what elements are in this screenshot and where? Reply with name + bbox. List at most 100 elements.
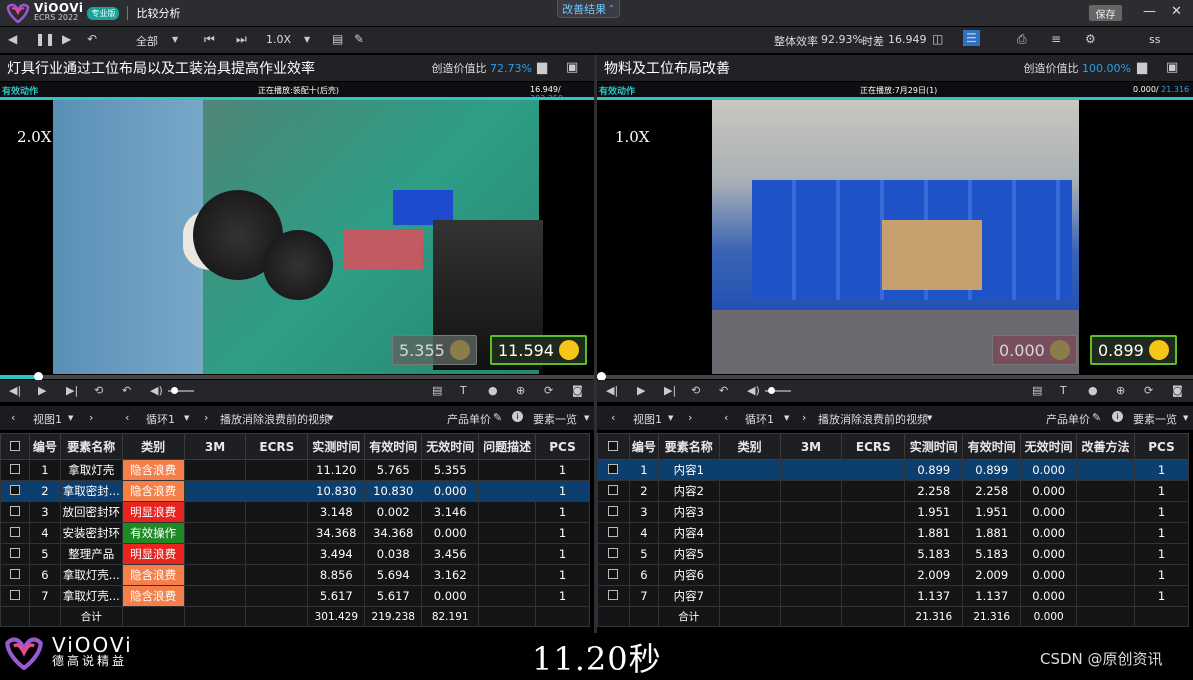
table-row[interactable]: 4 内容4 1.881 1.881 0.000 1: [597, 522, 1190, 544]
right-seek-bar[interactable]: [597, 372, 1193, 381]
row-checkbox[interactable]: [0, 543, 30, 565]
cell-desc[interactable]: [1076, 585, 1135, 607]
cell-invalid[interactable]: 0.000: [1020, 501, 1078, 523]
comment-icon[interactable]: ▤: [332, 32, 343, 46]
column-header[interactable]: 3M: [183, 433, 247, 460]
speed-select[interactable]: 1.0X: [266, 33, 291, 46]
column-header[interactable]: 编号: [628, 433, 659, 460]
cell-no[interactable]: 6: [628, 564, 659, 586]
row-checkbox[interactable]: [597, 564, 630, 586]
cell-desc[interactable]: [478, 585, 536, 607]
cell-name[interactable]: 内容1: [657, 459, 720, 481]
left-unit-price[interactable]: 产品单价: [447, 411, 491, 427]
chevron-right-icon[interactable]: ›: [688, 411, 692, 424]
column-header[interactable]: 改善方法: [1076, 433, 1135, 460]
cell-cat[interactable]: 有效操作: [121, 522, 185, 544]
table-row[interactable]: 3 放回密封环 明显浪费 3.148 0.002 3.146 1: [0, 501, 590, 523]
row-checkbox[interactable]: [597, 480, 630, 502]
column-header[interactable]: ECRS: [245, 433, 309, 460]
cell-measured[interactable]: 1.881: [904, 522, 964, 544]
cell-ecrs[interactable]: [841, 501, 906, 523]
cell-valid[interactable]: 1.881: [962, 522, 1022, 544]
row-checkbox[interactable]: [0, 501, 30, 523]
chevron-left-icon[interactable]: ‹: [11, 411, 15, 424]
cell-desc[interactable]: [1076, 522, 1135, 544]
minimize-icon[interactable]: —: [1143, 4, 1156, 19]
cell-cat[interactable]: 隐含浪费: [121, 564, 185, 586]
cell-no[interactable]: 7: [628, 585, 659, 607]
left-elements-list[interactable]: 要素一览: [533, 411, 577, 427]
export-icon[interactable]: ▤: [1032, 384, 1042, 397]
cell-m3[interactable]: [183, 564, 247, 586]
cell-measured[interactable]: 1.137: [904, 585, 964, 607]
camera-icon[interactable]: ◙: [572, 384, 583, 397]
cell-measured[interactable]: 2.258: [904, 480, 964, 502]
cell-ecrs[interactable]: [841, 564, 906, 586]
cell-invalid[interactable]: 0.000: [1020, 459, 1078, 481]
chevron-down-icon[interactable]: ▼: [328, 414, 333, 422]
cell-no[interactable]: 3: [628, 501, 659, 523]
cell-ecrs[interactable]: [245, 522, 309, 544]
cell-desc[interactable]: [478, 543, 536, 565]
cell-cat[interactable]: [718, 585, 781, 607]
cell-name[interactable]: 内容6: [657, 564, 720, 586]
cell-pcs[interactable]: 1: [1133, 522, 1190, 544]
cell-pcs[interactable]: 1: [1133, 480, 1190, 502]
chevron-down-icon[interactable]: ▼: [927, 414, 932, 422]
chevron-left-icon[interactable]: ‹: [125, 411, 129, 424]
camera-icon[interactable]: ◙: [1172, 384, 1183, 397]
column-header[interactable]: 有效时间: [364, 433, 423, 460]
table-row[interactable]: 2 内容2 2.258 2.258 0.000 1: [597, 480, 1190, 502]
cell-ecrs[interactable]: [841, 522, 906, 544]
cell-no[interactable]: 5: [628, 543, 659, 565]
cell-valid[interactable]: 0.002: [364, 501, 423, 523]
info-icon[interactable]: i: [512, 411, 523, 422]
cell-ecrs[interactable]: [245, 564, 309, 586]
chevron-down-icon[interactable]: ▼: [784, 414, 789, 422]
step-back-icon[interactable]: ◀: [8, 32, 17, 46]
cell-measured[interactable]: 2.009: [904, 564, 964, 586]
volume-slider[interactable]: [168, 387, 194, 394]
cell-ecrs[interactable]: [841, 543, 906, 565]
cell-cat[interactable]: [718, 543, 781, 565]
table-row[interactable]: 7 拿取灯壳... 隐含浪费 5.617 5.617 0.000 1: [0, 585, 590, 607]
cell-m3[interactable]: [779, 543, 843, 565]
cell-name[interactable]: 内容2: [657, 480, 720, 502]
cell-valid[interactable]: 2.258: [962, 480, 1022, 502]
cell-valid[interactable]: 0.038: [364, 543, 423, 565]
chevron-down-icon[interactable]: ▼: [668, 414, 673, 422]
cell-no[interactable]: 3: [28, 501, 61, 523]
select-all-checkbox[interactable]: [0, 433, 30, 460]
chevron-left-icon[interactable]: ‹: [724, 411, 728, 424]
cell-desc[interactable]: [478, 522, 536, 544]
volume-slider[interactable]: [765, 387, 791, 394]
cell-cat[interactable]: [718, 459, 781, 481]
cell-ecrs[interactable]: [245, 585, 309, 607]
cell-name[interactable]: 拿取灯壳...: [59, 585, 123, 607]
cell-cat[interactable]: 隐含浪费: [121, 480, 185, 502]
volume-icon[interactable]: ◀): [747, 384, 760, 397]
column-header[interactable]: 3M: [779, 433, 843, 460]
refresh-icon[interactable]: ⟳: [1144, 384, 1153, 397]
cell-invalid[interactable]: 0.000: [421, 585, 480, 607]
cell-desc[interactable]: [1076, 543, 1135, 565]
cell-m3[interactable]: [779, 564, 843, 586]
table-row[interactable]: 5 整理产品 明显浪费 3.494 0.038 3.456 1: [0, 543, 590, 565]
row-checkbox[interactable]: [597, 501, 630, 523]
menu-icon[interactable]: ≡: [1051, 32, 1061, 46]
column-header[interactable]: 类别: [718, 433, 781, 460]
cell-m3[interactable]: [779, 459, 843, 481]
cell-name[interactable]: 内容4: [657, 522, 720, 544]
cell-ecrs[interactable]: [245, 459, 309, 481]
left-play-mode[interactable]: 播放消除浪费前的视频: [220, 411, 330, 427]
cell-no[interactable]: 1: [628, 459, 659, 481]
cell-name[interactable]: 拿取灯壳...: [59, 564, 123, 586]
cell-cat[interactable]: [718, 522, 781, 544]
table-row[interactable]: 4 安装密封环 有效操作 34.368 34.368 0.000 1: [0, 522, 590, 544]
cell-ecrs[interactable]: [245, 501, 309, 523]
cell-invalid[interactable]: 3.162: [421, 564, 480, 586]
right-elements-list[interactable]: 要素一览: [1133, 411, 1177, 427]
cell-pcs[interactable]: 1: [535, 480, 590, 502]
column-header[interactable]: 实测时间: [307, 433, 366, 460]
refresh-icon[interactable]: ⟳: [544, 384, 553, 397]
